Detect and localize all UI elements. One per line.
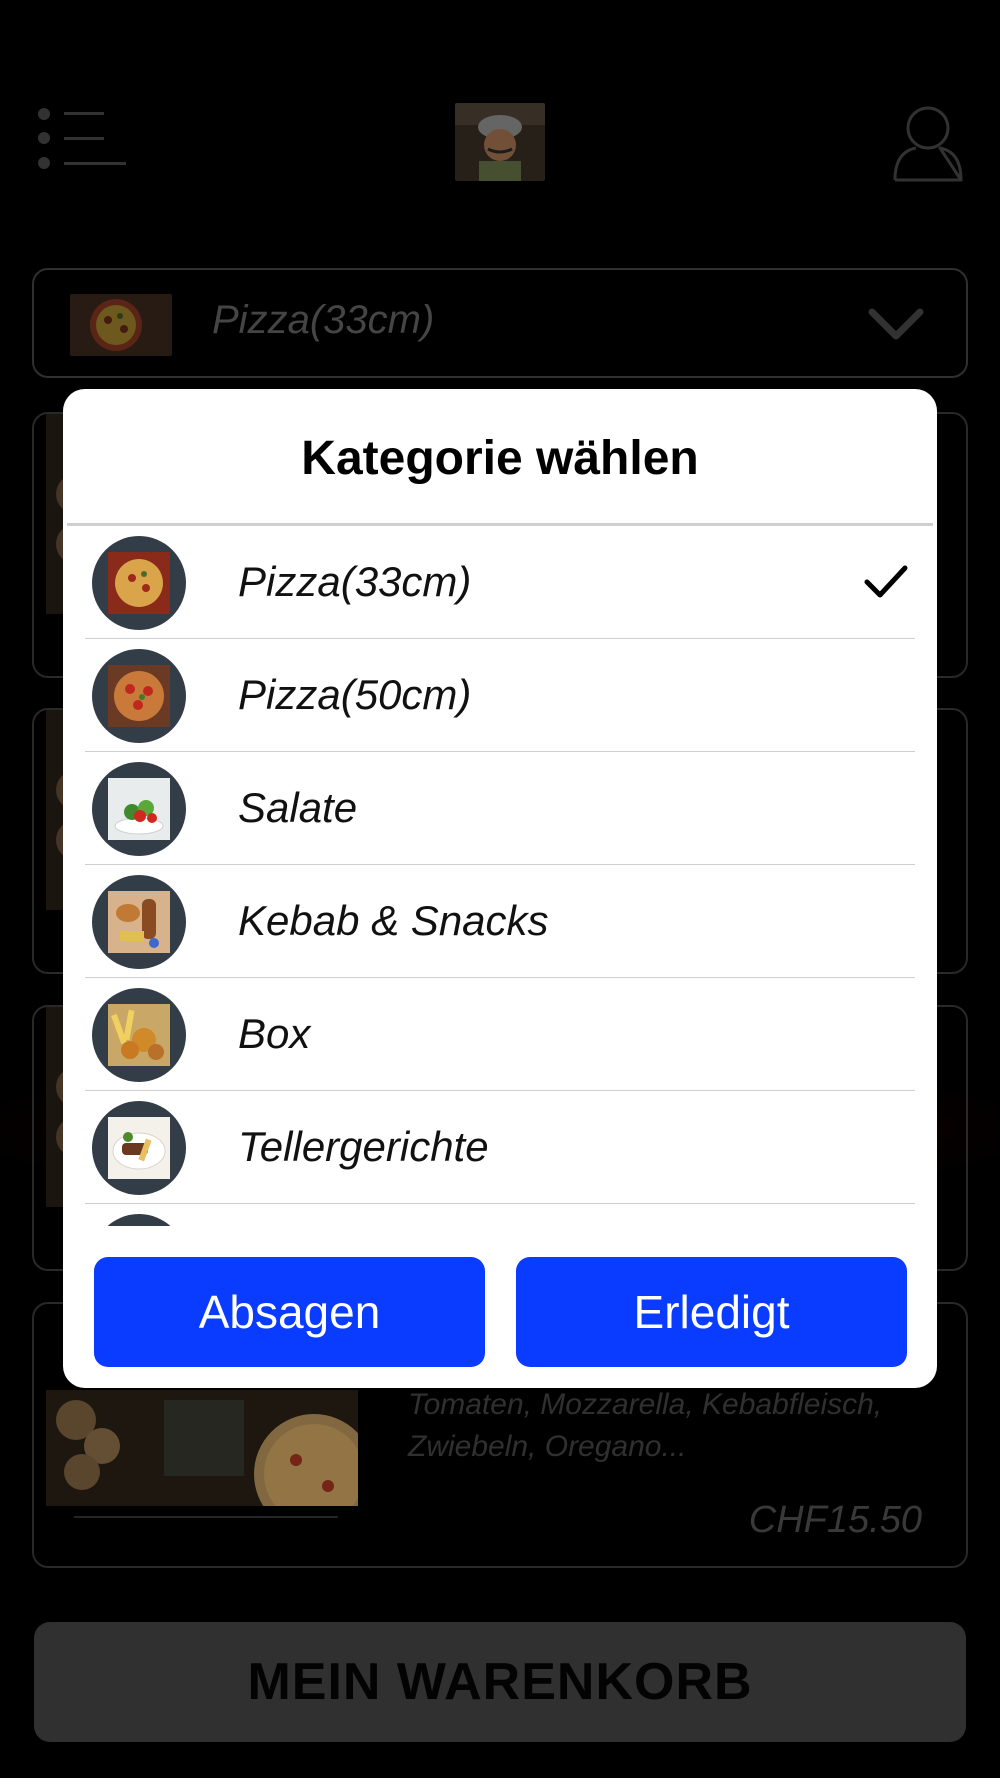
cancel-button[interactable]: Absagen xyxy=(94,1257,485,1367)
category-thumbnail xyxy=(92,988,186,1082)
category-thumbnail xyxy=(92,1214,186,1226)
done-button[interactable]: Erledigt xyxy=(516,1257,907,1367)
category-item-salate[interactable]: Salate xyxy=(85,752,915,865)
category-item-tellergerichte[interactable]: Tellergerichte xyxy=(85,1091,915,1204)
category-item-label: Salate xyxy=(238,784,358,831)
category-item-label: Tellergerichte xyxy=(238,1123,489,1170)
category-item-label: Box xyxy=(238,1010,311,1057)
category-thumbnail xyxy=(92,1101,186,1195)
category-list[interactable]: Pizza(33cm) Pizza(50cm) Salate Kebab & S… xyxy=(63,526,937,1226)
category-item-more[interactable] xyxy=(85,1204,915,1226)
category-item-label: Kebab & Snacks xyxy=(238,897,549,944)
category-picker-modal: Kategorie wählen Pizza(33cm) Pizza(50cm)… xyxy=(63,389,937,1388)
category-thumbnail xyxy=(92,762,186,856)
checkmark-icon xyxy=(864,565,908,598)
category-item-kebab-snacks[interactable]: Kebab & Snacks xyxy=(85,865,915,978)
category-thumbnail xyxy=(92,649,186,743)
category-item-label: Pizza(50cm) xyxy=(238,671,472,718)
done-button-label: Erledigt xyxy=(633,1286,790,1338)
cancel-button-label: Absagen xyxy=(198,1286,381,1338)
category-item-label: Pizza(33cm) xyxy=(238,558,472,605)
category-thumbnail xyxy=(92,536,186,630)
category-item-pizza-50cm[interactable]: Pizza(50cm) xyxy=(85,639,915,752)
category-thumbnail xyxy=(92,875,186,969)
category-item-pizza-33cm[interactable]: Pizza(33cm) xyxy=(85,526,915,639)
category-item-box[interactable]: Box xyxy=(85,978,915,1091)
modal-title: Kategorie wählen xyxy=(301,432,699,485)
